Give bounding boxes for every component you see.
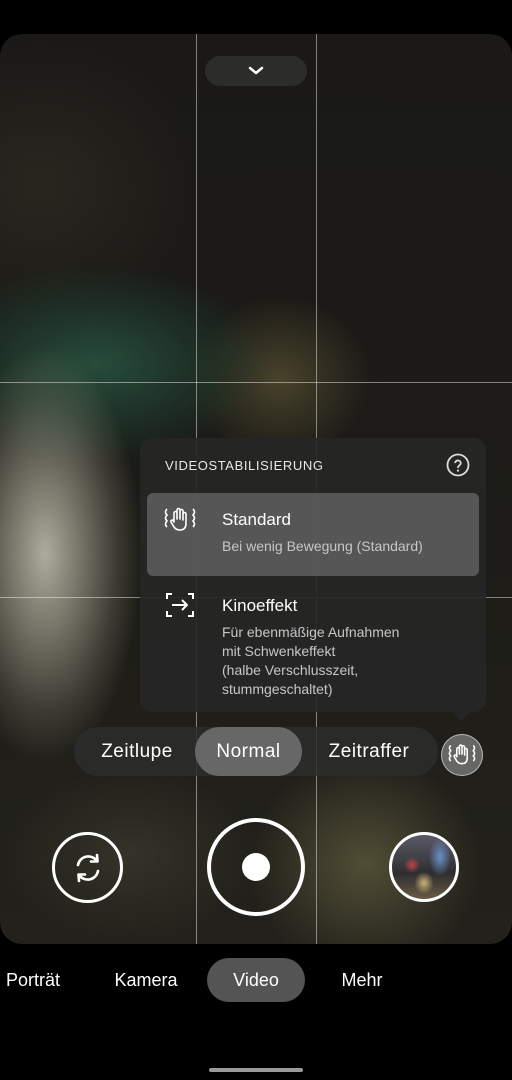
cinematic-pan-icon — [166, 593, 194, 617]
help-icon[interactable] — [446, 453, 470, 477]
mode-portrait[interactable]: Porträt — [0, 958, 66, 1002]
option-description: Für ebenmäßige Aufnahmen mit Schwenkeffe… — [222, 623, 472, 699]
option-description: Bei wenig Bewegung (Standard) — [222, 538, 423, 554]
home-indicator[interactable] — [209, 1068, 303, 1072]
stabilization-toggle-button[interactable] — [441, 734, 483, 776]
record-dot — [242, 853, 270, 881]
option-title: Standard — [222, 510, 291, 529]
description-line: stummgeschaltet) — [222, 681, 333, 697]
camera-mode-bar: Porträt Kamera Video Mehr — [0, 958, 512, 1002]
speed-slow-motion[interactable]: Zeitlupe — [82, 727, 192, 776]
speed-normal[interactable]: Normal — [195, 727, 302, 776]
hand-stabilization-icon — [164, 507, 196, 531]
hand-stabilization-icon — [448, 744, 476, 765]
description-line: Für ebenmäßige Aufnahmen — [222, 624, 400, 640]
option-title: Kinoeffekt — [222, 596, 298, 615]
chevron-down-icon — [248, 66, 264, 75]
collapse-settings-button[interactable] — [205, 56, 307, 86]
mode-video[interactable]: Video — [207, 958, 305, 1002]
panel-pointer — [452, 712, 470, 721]
panel-title: VIDEOSTABILISIERUNG — [165, 458, 324, 473]
speed-time-lapse[interactable]: Zeitraffer — [308, 727, 430, 776]
stabilization-option-standard[interactable]: Standard Bei wenig Bewegung (Standard) — [147, 493, 479, 576]
switch-camera-icon — [76, 853, 99, 882]
mode-more[interactable]: Mehr — [332, 958, 392, 1002]
gallery-thumbnail[interactable] — [389, 832, 459, 902]
stabilization-option-cinematic[interactable]: Kinoeffekt Für ebenmäßige Aufnahmen mit … — [147, 579, 479, 704]
video-speed-selector: Zeitlupe Normal Zeitraffer — [74, 727, 438, 776]
mode-camera[interactable]: Kamera — [106, 958, 186, 1002]
switch-camera-button[interactable] — [52, 832, 123, 903]
description-line: (halbe Verschlusszeit, — [222, 662, 359, 678]
record-button[interactable] — [207, 818, 305, 916]
description-line: mit Schwenkeffekt — [222, 643, 336, 659]
video-stabilization-panel: VIDEOSTABILISIERUNG Standard Bei wenig B… — [140, 438, 486, 721]
grid-line — [0, 382, 512, 383]
